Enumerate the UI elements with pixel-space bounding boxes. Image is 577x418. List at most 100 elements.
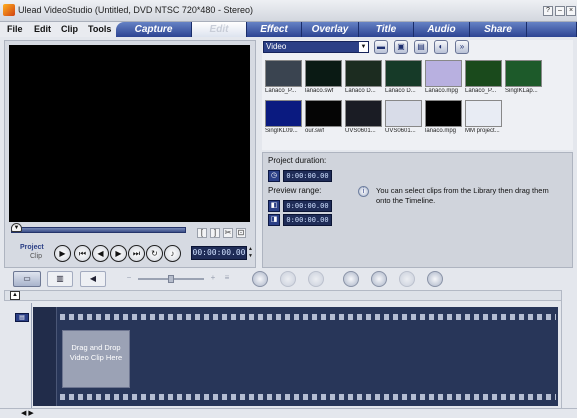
project-duration-value: 0:00:00.00 — [283, 170, 332, 182]
hint-text: You can select clips from the Library th… — [376, 186, 549, 205]
clip-thumbnail[interactable] — [465, 60, 502, 87]
clip-thumbnail[interactable] — [425, 60, 462, 87]
clock-icon: ◷ — [268, 170, 280, 182]
audio-view-button[interactable]: ◀ — [80, 271, 106, 287]
home-icon[interactable]: ⏮ — [74, 245, 91, 262]
undo-icon[interactable] — [280, 271, 296, 287]
next-frame-icon[interactable]: ▶ — [110, 245, 127, 262]
chevron-down-icon[interactable]: ▼ — [359, 42, 368, 52]
auto-music-icon[interactable] — [399, 271, 415, 287]
clip-label: UVS0601... — [385, 128, 416, 134]
scrub-bar[interactable] — [11, 227, 186, 233]
close-button[interactable]: × — [566, 6, 576, 16]
clip-drop-zone[interactable]: Drag and Drop Video Clip Here — [62, 330, 130, 388]
volume-icon[interactable]: ♪ — [164, 245, 181, 262]
tab-capture[interactable]: Capture — [116, 22, 192, 37]
smart-proxy-icon[interactable] — [343, 271, 359, 287]
tab-title[interactable]: Title — [359, 22, 414, 37]
video-track-icon[interactable]: ▤ — [15, 313, 29, 322]
bottom-bar — [0, 408, 577, 418]
window-title: Ulead VideoStudio (Untitled, DVD NTSC 72… — [18, 5, 253, 15]
clip-thumbnail[interactable] — [385, 100, 422, 127]
clip-thumbnail[interactable] — [345, 100, 382, 127]
track-start-marker — [33, 307, 57, 406]
menu-tools[interactable]: Tools — [88, 24, 111, 34]
end-icon[interactable]: ⏭ — [128, 245, 145, 262]
import-icon[interactable]: ▣ — [394, 40, 408, 54]
clip-label: Lanaco.mpg — [425, 88, 459, 94]
enlarge-icon[interactable]: ⊡ — [236, 228, 246, 238]
tab-overlay[interactable]: Overlay — [302, 22, 359, 37]
library-manager-icon[interactable]: ▤ — [414, 40, 428, 54]
clip-label: lanaco.swf — [305, 88, 334, 94]
options-icon[interactable]: ◐ — [434, 40, 448, 54]
range-start-value: 0:00:00.00 — [283, 200, 332, 212]
tab-audio[interactable]: Audio — [414, 22, 470, 37]
expand-icon[interactable]: » — [455, 40, 469, 54]
tab-share[interactable]: Share — [470, 22, 527, 37]
storyboard-view-button[interactable]: ▭ — [13, 271, 41, 287]
clip-thumbnail[interactable] — [345, 60, 382, 87]
add-folder-icon[interactable]: ▬ — [374, 40, 388, 54]
minimize-button[interactable]: – — [555, 6, 565, 16]
clip-label: our.swf — [305, 128, 325, 134]
clip-thumbnail[interactable] — [265, 60, 302, 87]
zoom-in-icon[interactable]: + — [208, 271, 218, 287]
fit-project-icon[interactable]: ≡ — [222, 271, 232, 287]
tab-effect[interactable]: Effect — [247, 22, 302, 37]
clip-label: SingIKL09... — [265, 128, 298, 134]
clip-label: MM project... — [465, 128, 500, 134]
batch-convert-icon[interactable] — [371, 271, 387, 287]
menu-clip[interactable]: Clip — [61, 24, 78, 34]
clip-thumbnail[interactable] — [265, 100, 302, 127]
film-perforations-bottom — [60, 394, 556, 400]
zoom-out-icon[interactable]: − — [124, 271, 134, 287]
mark-in-button[interactable]: [ — [197, 228, 207, 238]
clip-thumbnail[interactable] — [305, 60, 342, 87]
clip-label: SingIKLap... — [505, 88, 538, 94]
clip-label: Lanaco_P... — [265, 88, 297, 94]
timecode-spin-icon[interactable]: ▲ ▼ — [248, 246, 254, 260]
collapse-icon[interactable]: ▲ — [10, 291, 20, 300]
info-icon: i — [358, 186, 369, 197]
timeline-ruler — [4, 290, 573, 301]
clip-label: UVS0601... — [345, 128, 376, 134]
project-duration-label: Project duration: — [268, 156, 327, 165]
mode-clip[interactable]: Clip — [30, 253, 42, 260]
record-icon[interactable] — [427, 271, 443, 287]
clip-thumbnail[interactable] — [305, 100, 342, 127]
zoom-slider-knob[interactable] — [168, 275, 174, 283]
mode-project[interactable]: Project — [20, 244, 44, 251]
previous-frame-icon[interactable]: ◀ — [92, 245, 109, 262]
mark-out-button[interactable]: ] — [210, 228, 220, 238]
clip-thumbnail[interactable] — [465, 100, 502, 127]
clip-thumbnail[interactable] — [425, 100, 462, 127]
scrub-handle[interactable]: ▼ — [11, 223, 22, 232]
clip-label: Lanaco_P... — [465, 88, 497, 94]
app-icon — [3, 4, 15, 16]
timeline-scrollbar[interactable] — [561, 290, 573, 408]
redo-icon[interactable] — [308, 271, 324, 287]
range-end-value: 0:00:00.00 — [283, 214, 332, 226]
preview-screen — [9, 45, 250, 222]
timeline-scroll-arrows[interactable]: ◀ ▶ — [21, 409, 34, 417]
menu-edit[interactable]: Edit — [34, 24, 51, 34]
repeat-icon[interactable]: ↻ — [146, 245, 163, 262]
help-button[interactable]: ? — [543, 6, 553, 16]
clip-thumbnail[interactable] — [385, 60, 422, 87]
film-perforations-top — [60, 314, 556, 320]
preview-range-label: Preview range: — [268, 186, 322, 195]
clip-label: Lanaco D... — [345, 88, 376, 94]
play-icon[interactable]: ▶ — [54, 245, 71, 262]
app-window: Ulead VideoStudio (Untitled, DVD NTSC 72… — [0, 0, 577, 418]
split-clip-icon[interactable]: ✂ — [223, 228, 233, 238]
tab-edit[interactable]: Edit — [192, 22, 247, 37]
range-end-icon: ◨ — [268, 214, 280, 226]
clip-thumbnail[interactable] — [505, 60, 542, 87]
tab-spacer — [527, 22, 577, 37]
menu-file[interactable]: File — [7, 24, 23, 34]
timecode-display[interactable]: 00:00:00.00 — [191, 246, 247, 260]
timeline-view-button[interactable]: ▥ — [47, 271, 73, 287]
insert-media-icon[interactable] — [252, 271, 268, 287]
library-category-select[interactable]: Video — [263, 41, 369, 53]
